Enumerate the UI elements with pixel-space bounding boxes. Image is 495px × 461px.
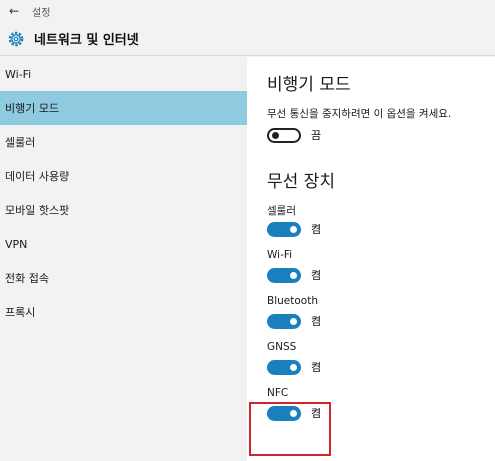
sidebar-item-dial-up[interactable]: 전화 접속 — [0, 261, 247, 295]
airplane-mode-heading: 비행기 모드 — [267, 75, 351, 95]
gear-icon — [0, 22, 32, 56]
sidebar-item-data-usage[interactable]: 데이터 사용량 — [0, 159, 247, 193]
device-name: 셀룰러 — [267, 205, 296, 217]
airplane-mode-toggle-row: 끔 — [267, 125, 495, 145]
nfc-highlight-box — [249, 402, 331, 456]
device-bluetooth: Bluetooth 켬 — [267, 295, 495, 331]
toggle-knob — [272, 131, 279, 139]
sidebar-item-proxy[interactable]: 프록시 — [0, 295, 247, 329]
device-name: GNSS — [267, 341, 297, 353]
device-name: Bluetooth — [267, 295, 318, 307]
wifi-state: 켬 — [311, 269, 322, 282]
gnss-toggle[interactable] — [267, 359, 301, 375]
page-header: 네트워크 및 인터넷 — [0, 22, 495, 56]
device-wifi: Wi-Fi 켬 — [267, 249, 495, 285]
device-name: Wi-Fi — [267, 249, 293, 261]
title-bar: ← 설정 — [0, 0, 495, 22]
sidebar-item-cellular[interactable]: 셀룰러 — [0, 125, 247, 159]
back-arrow-icon: ← — [8, 4, 20, 18]
sidebar-item-vpn[interactable]: VPN — [0, 227, 247, 261]
airplane-mode-state: 끔 — [311, 129, 322, 142]
toggle-knob — [290, 317, 297, 325]
sidebar-item-mobile-hotspot[interactable]: 모바일 핫스팟 — [0, 193, 247, 227]
airplane-mode-description: 무선 통신을 중지하려면 이 옵션을 켜세요. — [267, 108, 452, 120]
page-title: 네트워크 및 인터넷 — [34, 33, 139, 48]
cellular-state: 켬 — [311, 223, 322, 236]
wifi-toggle[interactable] — [267, 267, 301, 283]
bluetooth-toggle[interactable] — [267, 313, 301, 329]
toggle-knob — [290, 271, 297, 279]
bluetooth-state: 켬 — [311, 315, 322, 328]
content-pane: 비행기 모드 무선 통신을 중지하려면 이 옵션을 켜세요. 끔 무선 장치 셀… — [247, 57, 495, 461]
toggle-knob — [290, 225, 297, 233]
device-gnss: GNSS 켬 — [267, 341, 495, 377]
back-button[interactable]: ← — [0, 0, 28, 22]
device-cellular: 셀룰러 켬 — [267, 203, 495, 239]
sidebar-item-wifi[interactable]: Wi-Fi — [0, 57, 247, 91]
wireless-devices-heading: 무선 장치 — [267, 172, 335, 192]
airplane-mode-toggle[interactable] — [267, 127, 301, 143]
gnss-state: 켬 — [311, 361, 322, 374]
app-title: 설정 — [32, 7, 51, 19]
sidebar-item-airplane-mode[interactable]: 비행기 모드 — [0, 91, 247, 125]
device-name: NFC — [267, 387, 289, 399]
toggle-knob — [290, 363, 297, 371]
sidebar: Wi-Fi 비행기 모드 셀룰러 데이터 사용량 모바일 핫스팟 VPN 전화 … — [0, 57, 247, 461]
cellular-toggle[interactable] — [267, 221, 301, 237]
